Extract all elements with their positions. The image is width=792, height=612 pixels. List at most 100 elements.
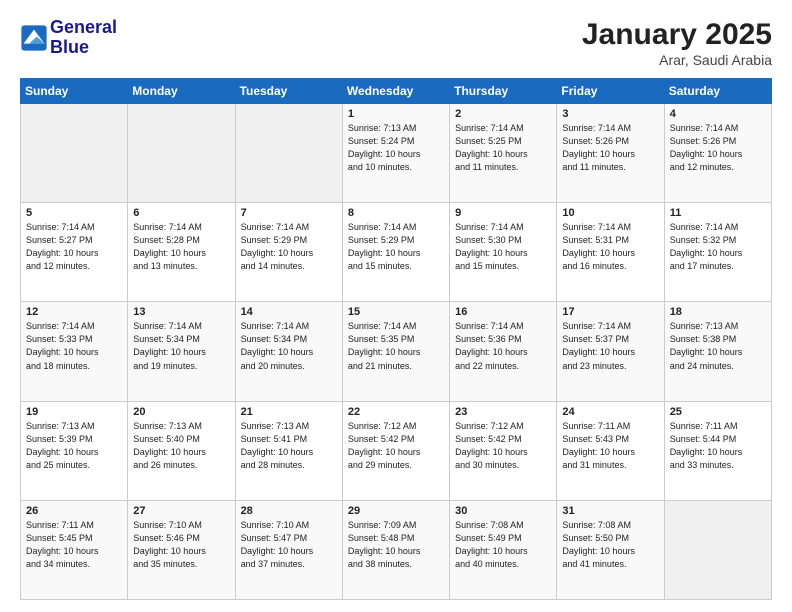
day-number: 20	[133, 406, 229, 418]
day-info: Sunrise: 7:08 AM Sunset: 5:50 PM Dayligh…	[562, 519, 658, 571]
day-info: Sunrise: 7:14 AM Sunset: 5:34 PM Dayligh…	[133, 320, 229, 372]
calendar-header-row: Sunday Monday Tuesday Wednesday Thursday…	[21, 79, 772, 104]
calendar-table: Sunday Monday Tuesday Wednesday Thursday…	[20, 78, 772, 600]
table-row: 28 Sunrise: 7:10 AM Sunset: 5:47 PM Dayli…	[235, 500, 342, 599]
col-friday: Friday	[557, 79, 664, 104]
logo-icon	[20, 24, 48, 52]
table-row: 29 Sunrise: 7:09 AM Sunset: 5:48 PM Dayli…	[342, 500, 449, 599]
day-info: Sunrise: 7:10 AM Sunset: 5:47 PM Dayligh…	[241, 519, 337, 571]
day-number: 21	[241, 406, 337, 418]
day-number: 18	[670, 306, 766, 318]
day-info: Sunrise: 7:13 AM Sunset: 5:38 PM Dayligh…	[670, 320, 766, 372]
day-number: 15	[348, 306, 444, 318]
table-row: 5Sunrise: 7:14 AM Sunset: 5:27 PM Daylig…	[21, 203, 128, 302]
logo-line1: General	[50, 18, 117, 38]
table-row: 14Sunrise: 7:14 AM Sunset: 5:34 PM Dayli…	[235, 302, 342, 401]
day-info: Sunrise: 7:14 AM Sunset: 5:33 PM Dayligh…	[26, 320, 122, 372]
table-row: 20 Sunrise: 7:13 AM Sunset: 5:40 PM Dayli…	[128, 401, 235, 500]
table-row: 30 Sunrise: 7:08 AM Sunset: 5:49 PM Dayli…	[450, 500, 557, 599]
day-number: 6	[133, 207, 229, 219]
table-row: 16 Sunrise: 7:14 AM Sunset: 5:36 PM Dayli…	[450, 302, 557, 401]
table-row: 10 Sunrise: 7:14 AM Sunset: 5:31 PM Dayli…	[557, 203, 664, 302]
table-row	[664, 500, 771, 599]
table-row: 13 Sunrise: 7:14 AM Sunset: 5:34 PM Dayli…	[128, 302, 235, 401]
day-number: 2	[455, 108, 551, 120]
day-number: 30	[455, 505, 551, 517]
logo: General Blue	[20, 18, 117, 58]
table-row	[235, 104, 342, 203]
day-info: Sunrise: 7:14 AM Sunset: 5:30 PM Dayligh…	[455, 221, 551, 273]
day-info: Sunrise: 7:14 AM Sunset: 5:29 PM Dayligh…	[348, 221, 444, 273]
table-row: 21 Sunrise: 7:13 AM Sunset: 5:41 PM Dayli…	[235, 401, 342, 500]
table-row: 19 Sunrise: 7:13 AM Sunset: 5:39 PM Dayli…	[21, 401, 128, 500]
table-row: 25Sunrise: 7:11 AM Sunset: 5:44 PM Dayli…	[664, 401, 771, 500]
header: General Blue January 2025 Arar, Saudi Ar…	[20, 18, 772, 68]
day-number: 1	[348, 108, 444, 120]
day-number: 17	[562, 306, 658, 318]
table-row: 11Sunrise: 7:14 AM Sunset: 5:32 PM Dayli…	[664, 203, 771, 302]
col-thursday: Thursday	[450, 79, 557, 104]
logo-line2: Blue	[50, 38, 117, 58]
day-number: 4	[670, 108, 766, 120]
table-row: 24 Sunrise: 7:11 AM Sunset: 5:43 PM Dayli…	[557, 401, 664, 500]
day-info: Sunrise: 7:14 AM Sunset: 5:36 PM Dayligh…	[455, 320, 551, 372]
day-number: 31	[562, 505, 658, 517]
table-row: 22 Sunrise: 7:12 AM Sunset: 5:42 PM Dayli…	[342, 401, 449, 500]
day-info: Sunrise: 7:13 AM Sunset: 5:24 PM Dayligh…	[348, 122, 444, 174]
table-row	[128, 104, 235, 203]
table-row: 15 Sunrise: 7:14 AM Sunset: 5:35 PM Dayli…	[342, 302, 449, 401]
day-info: Sunrise: 7:10 AM Sunset: 5:46 PM Dayligh…	[133, 519, 229, 571]
day-info: Sunrise: 7:14 AM Sunset: 5:25 PM Dayligh…	[455, 122, 551, 174]
table-row: 12 Sunrise: 7:14 AM Sunset: 5:33 PM Dayli…	[21, 302, 128, 401]
day-info: Sunrise: 7:13 AM Sunset: 5:40 PM Dayligh…	[133, 420, 229, 472]
day-info: Sunrise: 7:11 AM Sunset: 5:43 PM Dayligh…	[562, 420, 658, 472]
table-row: 27 Sunrise: 7:10 AM Sunset: 5:46 PM Dayli…	[128, 500, 235, 599]
day-number: 22	[348, 406, 444, 418]
day-number: 16	[455, 306, 551, 318]
day-number: 12	[26, 306, 122, 318]
day-number: 5	[26, 207, 122, 219]
day-info: Sunrise: 7:14 AM Sunset: 5:35 PM Dayligh…	[348, 320, 444, 372]
table-row: 9 Sunrise: 7:14 AM Sunset: 5:30 PM Daylig…	[450, 203, 557, 302]
day-info: Sunrise: 7:14 AM Sunset: 5:28 PM Dayligh…	[133, 221, 229, 273]
col-monday: Monday	[128, 79, 235, 104]
day-number: 27	[133, 505, 229, 517]
day-number: 10	[562, 207, 658, 219]
day-info: Sunrise: 7:09 AM Sunset: 5:48 PM Dayligh…	[348, 519, 444, 571]
day-info: Sunrise: 7:08 AM Sunset: 5:49 PM Dayligh…	[455, 519, 551, 571]
subtitle: Arar, Saudi Arabia	[582, 52, 772, 68]
day-info: Sunrise: 7:14 AM Sunset: 5:29 PM Dayligh…	[241, 221, 337, 273]
day-number: 13	[133, 306, 229, 318]
table-row: 31 Sunrise: 7:08 AM Sunset: 5:50 PM Dayli…	[557, 500, 664, 599]
day-number: 28	[241, 505, 337, 517]
day-info: Sunrise: 7:14 AM Sunset: 5:31 PM Dayligh…	[562, 221, 658, 273]
day-number: 8	[348, 207, 444, 219]
day-info: Sunrise: 7:13 AM Sunset: 5:41 PM Dayligh…	[241, 420, 337, 472]
day-number: 23	[455, 406, 551, 418]
day-info: Sunrise: 7:11 AM Sunset: 5:44 PM Dayligh…	[670, 420, 766, 472]
day-number: 3	[562, 108, 658, 120]
day-number: 9	[455, 207, 551, 219]
col-saturday: Saturday	[664, 79, 771, 104]
day-number: 7	[241, 207, 337, 219]
day-info: Sunrise: 7:14 AM Sunset: 5:37 PM Dayligh…	[562, 320, 658, 372]
day-number: 26	[26, 505, 122, 517]
table-row: 23Sunrise: 7:12 AM Sunset: 5:42 PM Dayli…	[450, 401, 557, 500]
title-block: January 2025 Arar, Saudi Arabia	[582, 18, 772, 68]
logo-text: General Blue	[50, 18, 117, 58]
day-info: Sunrise: 7:13 AM Sunset: 5:39 PM Dayligh…	[26, 420, 122, 472]
table-row: 8 Sunrise: 7:14 AM Sunset: 5:29 PM Daylig…	[342, 203, 449, 302]
table-row: 2 Sunrise: 7:14 AM Sunset: 5:25 PM Daylig…	[450, 104, 557, 203]
table-row: 3 Sunrise: 7:14 AM Sunset: 5:26 PM Daylig…	[557, 104, 664, 203]
page: General Blue January 2025 Arar, Saudi Ar…	[0, 0, 792, 612]
day-info: Sunrise: 7:14 AM Sunset: 5:26 PM Dayligh…	[562, 122, 658, 174]
table-row: 4Sunrise: 7:14 AM Sunset: 5:26 PM Daylig…	[664, 104, 771, 203]
day-info: Sunrise: 7:11 AM Sunset: 5:45 PM Dayligh…	[26, 519, 122, 571]
day-number: 24	[562, 406, 658, 418]
table-row: 18 Sunrise: 7:13 AM Sunset: 5:38 PM Dayli…	[664, 302, 771, 401]
table-row: 1 Sunrise: 7:13 AM Sunset: 5:24 PM Daylig…	[342, 104, 449, 203]
day-number: 29	[348, 505, 444, 517]
table-row: 6 Sunrise: 7:14 AM Sunset: 5:28 PM Daylig…	[128, 203, 235, 302]
day-info: Sunrise: 7:12 AM Sunset: 5:42 PM Dayligh…	[348, 420, 444, 472]
day-number: 19	[26, 406, 122, 418]
